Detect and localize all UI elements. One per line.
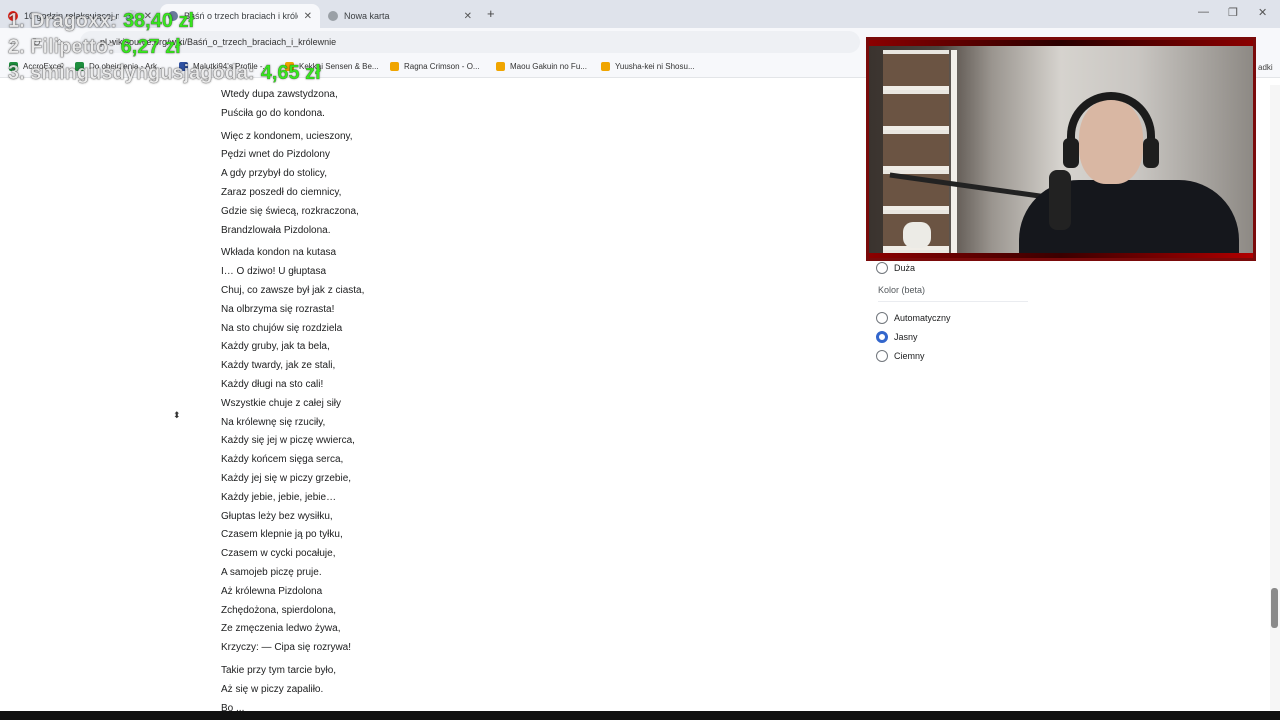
poem-line: A gdy przybył do stolicy, bbox=[221, 168, 327, 180]
poem-line: Wtedy dupa zawstydzona, bbox=[221, 89, 338, 100]
scrollbar-thumb[interactable] bbox=[1271, 588, 1278, 628]
donation-leaderboard: 1. Dragoxx: 38,40 zł 2. Filipetto: 6,27 zł… bbox=[8, 8, 321, 86]
headset-earcup bbox=[1063, 138, 1079, 168]
option-label: Ciemny bbox=[894, 350, 925, 361]
taskbar-edge bbox=[0, 711, 1280, 720]
plush-toy bbox=[903, 222, 931, 248]
close-tab-icon[interactable]: ✕ bbox=[464, 11, 472, 22]
poem-line: Ze zmęczenia ledwo żywa, bbox=[221, 623, 341, 635]
webcam-overlay bbox=[866, 37, 1256, 261]
shelf-edge bbox=[951, 50, 957, 258]
radio-button[interactable] bbox=[876, 349, 888, 362]
poem-line: Aż królewna Pizdolona bbox=[221, 585, 323, 597]
color-option-light[interactable]: Jasny bbox=[876, 327, 1036, 346]
poem-line: Każdy twardy, jak ze stali, bbox=[221, 360, 336, 372]
poem-line: Wszystkie chuje z całej siły bbox=[221, 397, 342, 409]
donation-amount: 4,65 zł bbox=[260, 62, 321, 85]
bookmark-label: Yuusha-kei ni Shosu... bbox=[615, 62, 695, 71]
new-tab-button[interactable]: + bbox=[487, 6, 495, 21]
poem-line: Zchędożona, spierdolona, bbox=[221, 604, 337, 616]
poem-line: Każdy jebie, jebie, jebie… bbox=[221, 491, 337, 503]
poem-line: Na sto chujów się rozdziela bbox=[221, 322, 343, 334]
color-section-title: Kolor (beta) bbox=[878, 285, 1028, 302]
stanza: Wkłada kondon na kutasa I… O dziwo! U głu… bbox=[221, 244, 701, 658]
donation-amount: 38,40 zł bbox=[122, 10, 195, 33]
scroll-cursor-icon: ⬍ bbox=[173, 410, 181, 420]
poem-line: Aż się w piczy zapaliło. bbox=[221, 683, 324, 695]
stanza: Wtedy dupa zawstydzona, Puściła go do kon… bbox=[221, 86, 701, 124]
bookmark-item[interactable]: Ragna Crimson - O... bbox=[390, 62, 480, 71]
donor-name: 3. smingusdyngusjagoda: bbox=[8, 62, 255, 85]
donation-entry: 3. smingusdyngusjagoda: 4,65 zł bbox=[8, 60, 321, 86]
site-icon bbox=[496, 62, 505, 71]
poem-line: Głuptas leży bez wysiłku, bbox=[221, 510, 333, 522]
donor-name: 1. Dragoxx: bbox=[8, 10, 117, 33]
poem-line: Na olbrzyma się rozrasta! bbox=[221, 303, 335, 315]
poem-line: Każdy się jej w piczę wwierca, bbox=[221, 435, 355, 447]
restore-icon[interactable]: ❐ bbox=[1228, 6, 1238, 19]
poem-line: Brandzlowała Pizdolona. bbox=[221, 224, 331, 236]
appearance-settings: Duża Kolor (beta) Automatyczny Jasny Cie… bbox=[876, 258, 1036, 365]
poem-text: Wtedy dupa zawstydzona, Puściła go do kon… bbox=[221, 86, 701, 718]
donation-amount: 6,27 zł bbox=[120, 36, 181, 59]
poem-line: Każdy końcem sięga serca, bbox=[221, 454, 344, 466]
minimize-icon[interactable]: — bbox=[1198, 6, 1209, 18]
bookmark-item[interactable]: Yuusha-kei ni Shosu... bbox=[601, 62, 695, 71]
tab-new[interactable]: Nowa karta ✕ bbox=[320, 4, 480, 28]
poem-line: Chuj, co zawsze był jak z ciasta, bbox=[221, 284, 365, 296]
poem-line: Każdy jej się w piczy grzebie, bbox=[221, 472, 352, 484]
bookmarks-overflow[interactable]: adki bbox=[1258, 63, 1273, 72]
poem-line: I… O dziwo! U głuptasa bbox=[221, 266, 327, 278]
poem-line: Zaraz poszedł do ciemnicy, bbox=[221, 186, 342, 198]
poem-line: Puściła go do kondona. bbox=[221, 107, 325, 119]
tab-title: Nowa karta bbox=[344, 11, 390, 21]
poem-line: Gdzie się świecą, rozkraczona, bbox=[221, 205, 359, 217]
poem-line: A samojeb piczę pruje. bbox=[221, 566, 322, 578]
microphone bbox=[1049, 170, 1071, 230]
donation-entry: 2. Filipetto: 6,27 zł bbox=[8, 34, 321, 60]
donation-entry: 1. Dragoxx: 38,40 zł bbox=[8, 8, 321, 34]
bookmark-label: Ragna Crimson - O... bbox=[404, 62, 480, 71]
poem-line: Krzyczy: — Cipa się rozrywa! bbox=[221, 642, 352, 654]
poem-line: Więc z kondonem, ucieszony, bbox=[221, 130, 353, 142]
color-option-dark[interactable]: Ciemny bbox=[876, 346, 1036, 365]
radio-button[interactable] bbox=[876, 261, 888, 274]
stanza: Więc z kondonem, ucieszony, Pędzi wnet do… bbox=[221, 128, 701, 241]
headset-earcup bbox=[1143, 138, 1159, 168]
site-icon bbox=[601, 62, 610, 71]
poem-line: Każdy długi na sto cali! bbox=[221, 378, 324, 390]
poem-line: Każdy gruby, jak ta bela, bbox=[221, 341, 330, 353]
cam-frame-bottom bbox=[869, 253, 1253, 258]
option-label: Automatyczny bbox=[894, 312, 951, 323]
poem-line: Pędzi wnet do Pizdolony bbox=[221, 149, 330, 161]
poem-line: Na królewnę się rzuciły, bbox=[221, 416, 326, 428]
color-option-auto[interactable]: Automatyczny bbox=[876, 308, 1036, 327]
poem-line: Czasem klepnie ją po tyłku, bbox=[221, 529, 343, 541]
bookmark-item[interactable]: Maou Gakuin no Fu... bbox=[496, 62, 587, 71]
cam-frame-top bbox=[869, 40, 1253, 46]
poem-line: Takie przy tym tarcie było, bbox=[221, 664, 337, 676]
site-icon bbox=[390, 62, 399, 71]
stanza: Takie przy tym tarcie było, Aż się w picz… bbox=[221, 662, 701, 718]
radio-button[interactable] bbox=[876, 311, 888, 324]
globe-icon bbox=[328, 11, 338, 21]
option-label: Jasny bbox=[894, 331, 918, 342]
headset bbox=[1067, 92, 1155, 156]
option-label: Duża bbox=[894, 262, 916, 273]
close-window-icon[interactable]: ✕ bbox=[1258, 6, 1267, 19]
poem-line: Wkłada kondon na kutasa bbox=[221, 247, 337, 259]
poem-line: Czasem w cycki pocałuje, bbox=[221, 548, 336, 560]
radio-button-selected[interactable] bbox=[876, 330, 888, 343]
bookmark-label: Maou Gakuin no Fu... bbox=[510, 62, 587, 71]
donor-name: 2. Filipetto: bbox=[8, 36, 115, 59]
